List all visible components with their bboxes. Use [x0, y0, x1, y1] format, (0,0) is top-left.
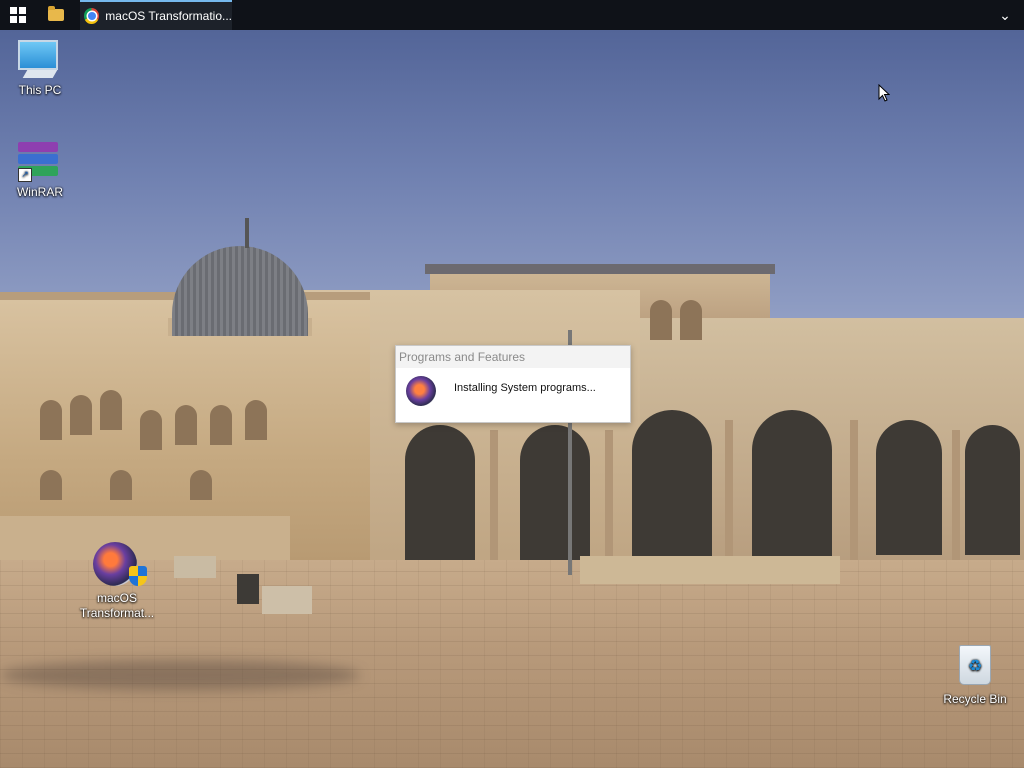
- uac-shield-icon: [129, 566, 147, 586]
- installer-dialog[interactable]: Programs and Features Installing System …: [395, 345, 631, 423]
- desktop-icon-winrar[interactable]: ↗ WinRAR: [0, 142, 80, 199]
- chevron-down-icon[interactable]: ⌄: [990, 0, 1020, 30]
- installer-message: Installing System programs...: [454, 382, 596, 394]
- chrome-icon: [84, 8, 100, 24]
- mouse-cursor-icon: [878, 84, 890, 102]
- desktop-icon-label: WinRAR: [16, 185, 63, 199]
- macos-transformation-icon: [93, 542, 147, 588]
- windows-logo-icon: [10, 7, 26, 23]
- desktop-icon-label: Recycle Bin: [943, 692, 1007, 706]
- this-pc-icon: [18, 40, 62, 80]
- desktop-icon-recycle-bin[interactable]: Recycle Bin: [935, 645, 1015, 706]
- file-explorer-icon: [48, 6, 64, 21]
- recycle-bin-icon: [955, 645, 995, 689]
- shortcut-arrow-icon: ↗: [18, 168, 32, 182]
- taskbar: macOS Transformatio... ⌄: [0, 0, 1024, 30]
- installer-title: Programs and Features: [396, 346, 630, 368]
- winrar-icon: ↗: [18, 142, 62, 182]
- desktop-icon-label: This PC: [18, 83, 62, 97]
- desktop-icon-macos-transformation[interactable]: macOS Transformat...: [77, 542, 157, 621]
- desktop-icon-this-pc[interactable]: This PC: [0, 40, 80, 97]
- start-button[interactable]: [0, 0, 36, 30]
- chrome-taskbar-button[interactable]: macOS Transformatio...: [80, 0, 232, 30]
- file-explorer-button[interactable]: [38, 0, 74, 30]
- chrome-task-label: macOS Transformatio...: [105, 9, 232, 23]
- macos-transformation-icon: [406, 376, 436, 406]
- desktop-icon-label: macOS Transformat...: [79, 591, 155, 620]
